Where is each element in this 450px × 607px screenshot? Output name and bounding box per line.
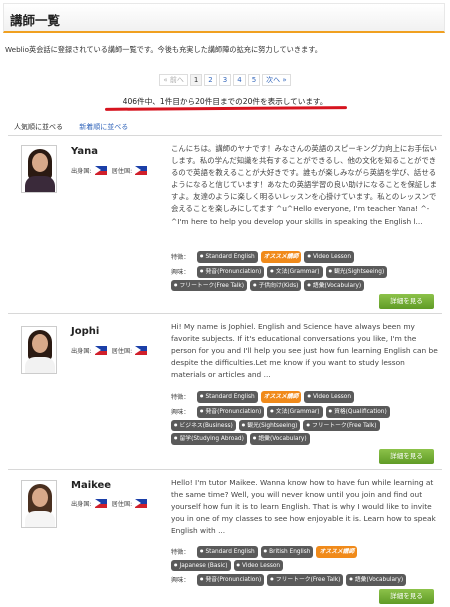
origin-label: 出身国: (71, 501, 92, 508)
philippines-flag-icon (94, 499, 107, 508)
interest-tag: フリートーク(Free Talk) (303, 419, 380, 431)
divider (8, 313, 442, 314)
residence-label: 居住国: (111, 501, 133, 508)
page-title: 講師一覧 (10, 13, 61, 28)
pagination: « 前へ 1 2 3 4 5 次へ » (0, 74, 450, 86)
recommended-tag: オススメ講師 (316, 546, 358, 558)
interest-tag: 観光(Sightseeing) (238, 419, 301, 431)
features-label: 特徴： (171, 549, 190, 557)
interests-label: 興味： (171, 577, 190, 585)
interest-tag: 留学(Studying Abroad) (171, 433, 247, 445)
origin-info: 出身国: 居住国: (71, 346, 150, 355)
origin-label: 出身国: (71, 168, 92, 175)
results-summary: 406件中、1件目から20件目までの20件を表示しています。 (122, 97, 328, 106)
interest-tag: 子供向け(Kids) (250, 279, 302, 291)
red-annotation-underline (104, 106, 348, 111)
philippines-flag-icon (135, 166, 148, 175)
residence-label: 居住国: (111, 168, 133, 175)
feature-tag: Video Lesson (304, 251, 354, 263)
recommended-tag: オススメ講師 (260, 251, 302, 263)
interest-tag: 文法(Grammar) (267, 266, 323, 278)
philippines-flag-icon (94, 346, 107, 355)
features-label: 特徴： (171, 254, 190, 262)
avatar[interactable] (21, 326, 57, 374)
philippines-flag-icon (135, 499, 148, 508)
interests-label: 興味： (171, 409, 190, 417)
teacher-name[interactable]: Jophi (71, 326, 99, 337)
avatar[interactable] (21, 480, 57, 528)
feature-tag: Standard English (197, 251, 258, 263)
feature-tag: Japanese (Basic) (171, 559, 231, 571)
interest-tag: フリートーク(Free Talk) (267, 574, 344, 586)
intro-text: Weblio英会話に登録されている講師一覧です。今後も充実した講師陣の拡充に努力… (5, 45, 322, 54)
feature-tag: Video Lesson (233, 559, 284, 571)
interest-tag: フリートーク(Free Talk) (171, 279, 248, 291)
recommended-tag: オススメ講師 (260, 391, 302, 403)
feature-tag: Standard English (197, 546, 258, 558)
pagination-page-5[interactable]: 5 (247, 74, 261, 86)
interest-tag: 語彙(Vocabulary) (346, 574, 407, 586)
feature-tags: 特徴： Standard English British English オスス… (171, 546, 441, 571)
teacher-description: Hello! I'm tutor Maikee. Wanna know how … (171, 478, 436, 536)
interest-tag: 発音(Pronunciation) (197, 406, 265, 418)
divider (8, 135, 442, 136)
pagination-next[interactable]: 次へ » (262, 74, 291, 86)
interest-tag: 発音(Pronunciation) (197, 266, 265, 278)
residence-label: 居住国: (111, 348, 133, 355)
feature-tag: British English (260, 546, 314, 558)
teacher-description: Hi! My name is Jophiel. English and Scie… (171, 322, 438, 380)
philippines-flag-icon (135, 346, 148, 355)
pagination-prev[interactable]: « 前へ (159, 74, 188, 86)
interests-label: 興味： (171, 269, 190, 277)
teacher-description: こんにちは。講師のヤナです！みなさんの英語のスピーキング力向上にお手伝いします。… (171, 144, 438, 226)
origin-info: 出身国: 居住国: (71, 499, 150, 508)
sort-links: 人気順に並べる 新着順に並べる (14, 122, 142, 132)
features-label: 特徴： (171, 394, 190, 402)
sort-newest-link[interactable]: 新着順に並べる (79, 123, 128, 131)
sort-popular-link[interactable]: 人気順に並べる (14, 123, 63, 131)
origin-info: 出身国: 居住国: (71, 166, 150, 175)
interest-tag: ビジネス(Business) (171, 419, 236, 431)
feature-tag: Video Lesson (304, 391, 354, 403)
interest-tag: 発音(Pronunciation) (197, 574, 265, 586)
interest-tag: 文法(Grammar) (267, 406, 323, 418)
interest-tags: 興味： 発音(Pronunciation) 文法(Grammar) 資格(Qua… (171, 406, 441, 445)
teacher-name[interactable]: Maikee (71, 480, 111, 491)
teacher-name[interactable]: Yana (71, 146, 98, 157)
feature-tags: 特徴： Standard English オススメ講師 Video Lesson (171, 251, 441, 263)
pagination-page-1[interactable]: 1 (189, 74, 203, 86)
details-button[interactable]: 詳細を見る (379, 294, 434, 309)
origin-label: 出身国: (71, 348, 92, 355)
interest-tags: 興味： 発音(Pronunciation) フリートーク(Free Talk) … (171, 574, 441, 586)
pagination-page-4[interactable]: 4 (233, 74, 246, 86)
avatar[interactable] (21, 145, 57, 193)
details-button[interactable]: 詳細を見る (379, 589, 434, 604)
interest-tag: 資格(Qualification) (325, 406, 390, 418)
interest-tag: 語彙(Vocabulary) (304, 279, 365, 291)
feature-tag: Standard English (197, 391, 258, 403)
interest-tag: 語彙(Vocabulary) (249, 433, 310, 445)
divider (8, 469, 442, 470)
pagination-page-3[interactable]: 3 (218, 74, 232, 86)
interest-tags: 興味： 発音(Pronunciation) 文法(Grammar) 観光(Sig… (171, 266, 441, 291)
philippines-flag-icon (94, 166, 107, 175)
pagination-page-2[interactable]: 2 (204, 74, 217, 86)
interest-tag: 観光(Sightseeing) (325, 266, 388, 278)
details-button[interactable]: 詳細を見る (379, 449, 434, 464)
feature-tags: 特徴： Standard English オススメ講師 Video Lesson (171, 391, 441, 403)
page-header: 講師一覧 (3, 3, 445, 33)
